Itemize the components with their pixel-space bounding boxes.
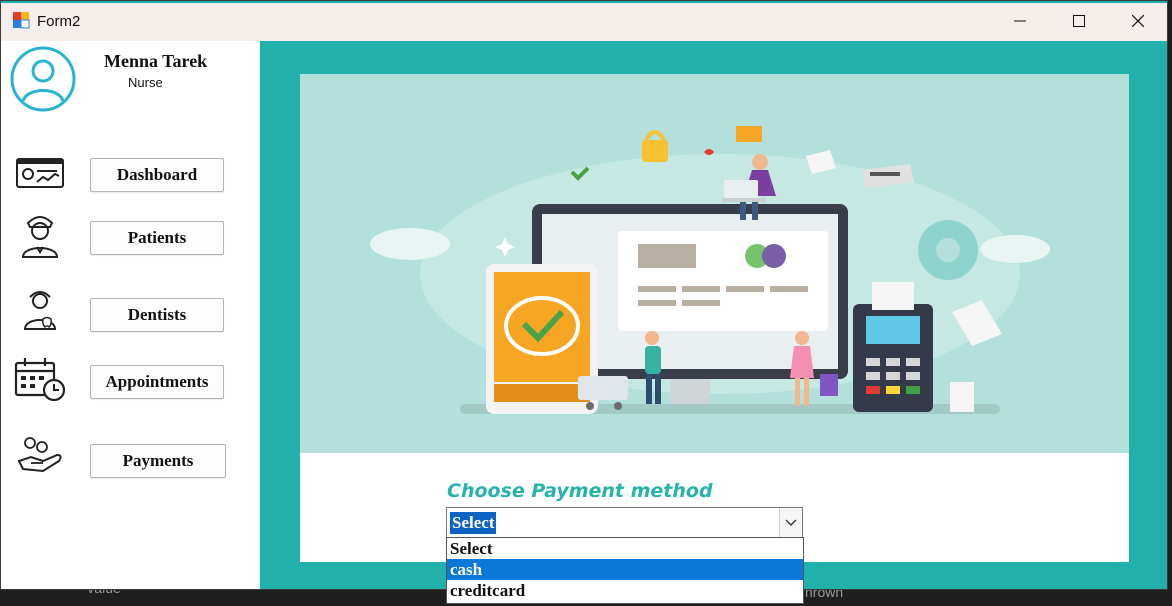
- maximize-icon: [1073, 15, 1085, 27]
- chevron-down-icon: [785, 519, 797, 526]
- nurse-icon: [21, 216, 59, 258]
- user-name: Menna Tarek: [104, 51, 208, 71]
- dropdown-arrow-button[interactable]: [779, 508, 802, 538]
- dentists-button[interactable]: Dentists: [90, 298, 224, 332]
- appointments-button[interactable]: Appointments: [90, 365, 224, 399]
- hand-coins-icon: [17, 437, 62, 473]
- calendar-clock-icon: [14, 358, 66, 402]
- main-content: Choose Payment method Select: [260, 41, 1167, 589]
- user-role: Nurse: [128, 75, 163, 90]
- dashboard-icon: [16, 158, 64, 188]
- dropdown-option-cash[interactable]: cash: [447, 559, 803, 580]
- payment-method-select[interactable]: Select: [446, 507, 803, 539]
- minimize-button[interactable]: [991, 1, 1049, 41]
- dentist-icon: [23, 291, 57, 330]
- patients-button[interactable]: Patients: [90, 221, 224, 255]
- form-window: Form2 Menna Tarek Nurse Dashboard Patien…: [0, 0, 1168, 590]
- payment-method-label: Choose Payment method: [447, 480, 713, 502]
- sidebar: Menna Tarek Nurse Dashboard Patients Den…: [1, 41, 260, 589]
- payment-panel: Choose Payment method Select: [300, 74, 1129, 562]
- window-title: Form2: [37, 13, 81, 30]
- title-bar[interactable]: Form2: [1, 1, 1167, 41]
- payment-method-dropdown-list: Select cash creditcard: [446, 537, 804, 604]
- payment-method-selected-value: Select: [450, 512, 497, 534]
- close-icon: [1132, 15, 1144, 27]
- user-avatar-icon: [10, 46, 76, 112]
- payments-button[interactable]: Payments: [90, 444, 226, 478]
- minimize-icon: [1014, 20, 1026, 22]
- dashboard-button[interactable]: Dashboard: [90, 158, 224, 192]
- payment-illustration: [300, 74, 1129, 453]
- app-icon: [13, 12, 30, 29]
- dropdown-option-select[interactable]: Select: [447, 538, 803, 559]
- maximize-button[interactable]: [1050, 1, 1108, 41]
- close-button[interactable]: [1109, 1, 1167, 41]
- dropdown-option-creditcard[interactable]: creditcard: [447, 580, 803, 601]
